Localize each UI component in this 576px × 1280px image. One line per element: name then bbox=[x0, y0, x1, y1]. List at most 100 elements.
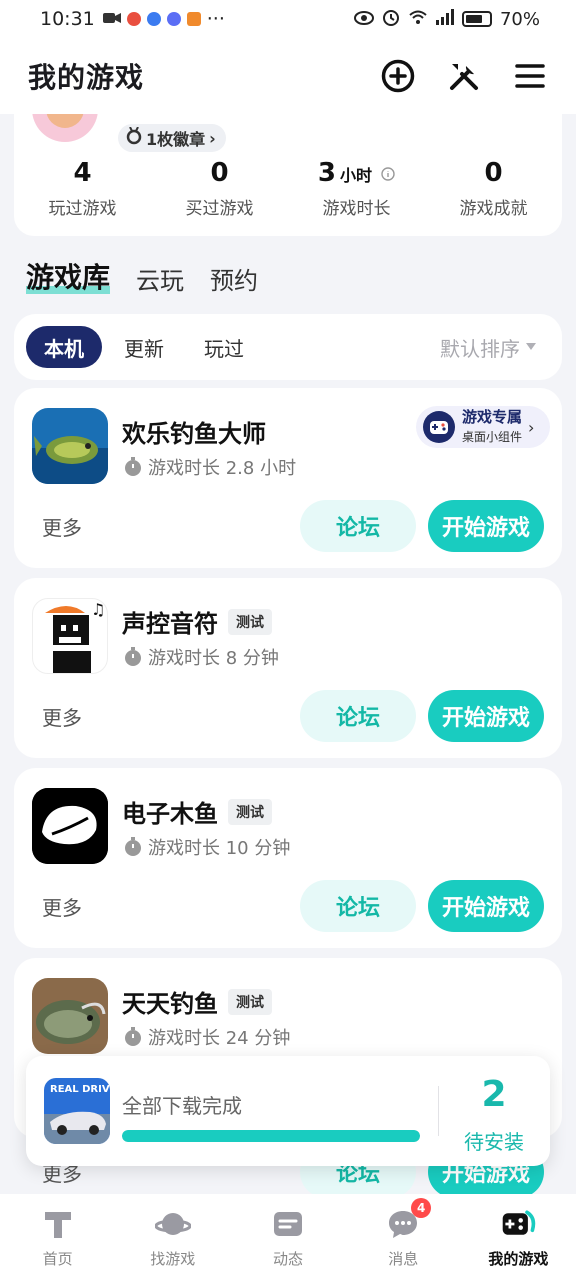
hamburger-menu-icon bbox=[515, 64, 545, 88]
chip-local[interactable]: 本机 bbox=[26, 326, 102, 368]
stopwatch-icon bbox=[125, 457, 141, 476]
stopwatch-icon bbox=[125, 1027, 141, 1046]
stopwatch-icon bbox=[125, 647, 141, 666]
desktop-widget-promo[interactable]: 游戏专属 桌面小组件 › bbox=[416, 406, 550, 448]
home-t-icon bbox=[44, 1212, 71, 1238]
nav-label: 首页 bbox=[42, 1250, 73, 1268]
tab-game-library[interactable]: 游戏库 bbox=[26, 256, 111, 296]
forum-button[interactable]: 论坛 bbox=[300, 500, 416, 552]
alarm-icon bbox=[382, 8, 400, 31]
nav-label: 我的游戏 bbox=[488, 1250, 549, 1268]
wifi-icon bbox=[408, 9, 428, 30]
game-time-text: 游戏时长 8 分钟 bbox=[148, 648, 279, 669]
stat-label: 买过游戏 bbox=[185, 199, 254, 219]
game-card[interactable]: 电子木鱼 测试 游戏时长 10 分钟 更多 论坛 开始游戏 bbox=[14, 768, 562, 948]
game-time-text: 游戏时长 24 分钟 bbox=[148, 1028, 291, 1049]
chevron-right-icon: › bbox=[209, 128, 216, 148]
stat-label: 玩过游戏 bbox=[48, 199, 117, 219]
game-icon-voice-notes[interactable]: ♫ bbox=[32, 598, 108, 674]
nav-label: 消息 bbox=[388, 1250, 419, 1268]
game-title: 天天钓鱼 bbox=[122, 990, 218, 1018]
gamepad-icon bbox=[503, 1210, 536, 1235]
game-card[interactable]: 欢乐钓鱼大师 游戏时长 2.8 小时 游戏专属 桌面小组件 › 更多 论坛 开始… bbox=[14, 388, 562, 568]
music-notification-icon bbox=[166, 12, 181, 26]
tab-reservations[interactable]: 预约 bbox=[210, 261, 258, 296]
tools-icon bbox=[450, 64, 478, 90]
nav-feed[interactable]: 动态 bbox=[230, 1194, 345, 1280]
add-button[interactable] bbox=[380, 58, 416, 94]
page-title: 我的游戏 bbox=[28, 61, 145, 94]
plus-circle-icon bbox=[381, 59, 415, 93]
test-badge: 测试 bbox=[228, 988, 272, 1015]
forum-button[interactable]: 论坛 bbox=[300, 880, 416, 932]
game-icon-daily-fishing[interactable] bbox=[32, 978, 108, 1054]
more-notifications-icon: ··· bbox=[206, 8, 225, 30]
start-game-button[interactable]: 开始游戏 bbox=[428, 690, 544, 742]
stat-achievements[interactable]: 0 游戏成就 bbox=[425, 158, 562, 219]
game-icon-real-driving: REAL DRIVING bbox=[44, 1078, 110, 1144]
app-header: 我的游戏 bbox=[0, 38, 576, 114]
game-play-time: 游戏时长 10 分钟 bbox=[124, 834, 290, 860]
game-icon-wooden-fish[interactable] bbox=[32, 788, 108, 864]
download-status-text: 全部下载完成 bbox=[122, 1094, 242, 1118]
download-progress-fill bbox=[122, 1130, 420, 1142]
stat-played-games[interactable]: 4 玩过游戏 bbox=[14, 158, 151, 219]
start-game-button[interactable]: 开始游戏 bbox=[428, 880, 544, 932]
notification-badge: 4 bbox=[411, 1198, 432, 1218]
pending-install-count: 2 bbox=[481, 1074, 507, 1115]
stat-value: 3 bbox=[317, 158, 336, 188]
battery-percent: 70% bbox=[499, 8, 540, 30]
nav-home[interactable]: 首页 bbox=[0, 1194, 115, 1280]
status-notification-icons: ··· bbox=[102, 8, 225, 30]
game-play-time: 游戏时长 2.8 小时 bbox=[124, 454, 296, 480]
caret-down-icon bbox=[526, 343, 536, 350]
medal-icon bbox=[126, 126, 142, 149]
status-bar: 10:31 ··· 70% bbox=[0, 0, 576, 38]
library-tabs: 游戏库 云玩 预约 bbox=[26, 256, 258, 296]
more-link[interactable]: 更多 bbox=[42, 512, 82, 541]
tab-cloud-play[interactable]: 云玩 bbox=[136, 261, 184, 296]
badge-count-label: 1枚徽章 bbox=[146, 130, 206, 149]
profile-card: 1枚徽章 › 4 玩过游戏 0 买过游戏 3 小时 游戏时长 0 游戏成就 bbox=[14, 100, 562, 236]
gamepad-icon bbox=[423, 411, 455, 443]
feed-card-icon bbox=[274, 1212, 302, 1236]
bottom-navigation: 首页 找游戏 动态 4 消息 我的游戏 bbox=[0, 1194, 576, 1280]
chip-played[interactable]: 玩过 bbox=[186, 326, 262, 368]
sort-dropdown[interactable]: 默认排序 bbox=[440, 333, 550, 362]
svg-text:♫: ♫ bbox=[91, 600, 105, 619]
planet-icon bbox=[154, 1213, 191, 1235]
game-time-text: 游戏时长 2.8 小时 bbox=[148, 458, 297, 479]
game-icon-fishing-master[interactable] bbox=[32, 408, 108, 484]
filter-bar: 本机 更新 玩过 默认排序 bbox=[14, 314, 562, 380]
tools-button[interactable] bbox=[446, 58, 482, 94]
more-link[interactable]: 更多 bbox=[42, 702, 82, 731]
video-app-notification-icon bbox=[186, 12, 201, 26]
download-status-bar[interactable]: REAL DRIVING 全部下载完成 2 待安装 bbox=[26, 1056, 550, 1166]
test-badge: 测试 bbox=[228, 608, 272, 635]
game-card[interactable]: ♫ 声控音符 测试 游戏时长 8 分钟 更多 论坛 开始游戏 bbox=[14, 578, 562, 758]
icon-caption: REAL DRIVING bbox=[50, 1084, 110, 1095]
menu-button[interactable] bbox=[512, 58, 548, 94]
forum-button[interactable]: 论坛 bbox=[300, 690, 416, 742]
nav-label: 动态 bbox=[273, 1250, 304, 1268]
widget-subtitle: 桌面小组件 bbox=[462, 429, 523, 444]
game-title: 电子木鱼 bbox=[122, 800, 218, 828]
nav-find-games[interactable]: 找游戏 bbox=[115, 1194, 230, 1280]
nav-my-games[interactable]: 我的游戏 bbox=[461, 1194, 576, 1280]
game-play-time: 游戏时长 8 分钟 bbox=[124, 644, 279, 670]
stat-unit: 小时 bbox=[340, 166, 373, 185]
stopwatch-icon bbox=[125, 837, 141, 856]
app-notification-icon bbox=[126, 12, 141, 26]
stat-bought-games[interactable]: 0 买过游戏 bbox=[151, 158, 288, 219]
chevron-right-icon: › bbox=[528, 417, 535, 437]
test-badge: 测试 bbox=[228, 798, 272, 825]
start-game-button[interactable]: 开始游戏 bbox=[428, 500, 544, 552]
chip-updates[interactable]: 更新 bbox=[106, 326, 182, 368]
stat-play-time[interactable]: 3 小时 游戏时长 bbox=[288, 158, 425, 219]
game-play-time: 游戏时长 24 分钟 bbox=[124, 1024, 290, 1050]
more-link[interactable]: 更多 bbox=[42, 892, 82, 921]
video-icon bbox=[102, 8, 121, 30]
nav-messages[interactable]: 4 消息 bbox=[346, 1194, 461, 1280]
profile-stats: 4 玩过游戏 0 买过游戏 3 小时 游戏时长 0 游戏成就 bbox=[14, 158, 562, 219]
badge-pill[interactable]: 1枚徽章 › bbox=[118, 124, 226, 152]
